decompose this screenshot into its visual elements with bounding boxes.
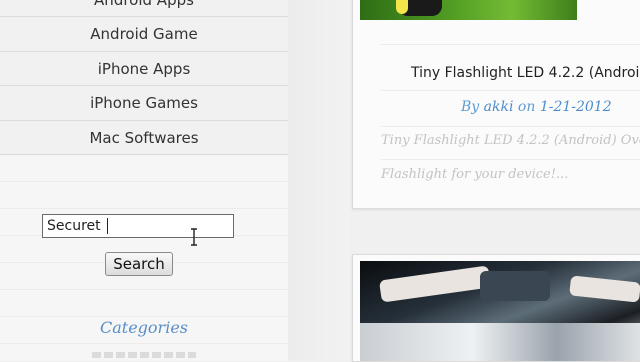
post-title[interactable]: Tiny Flashlight LED 4.2.2 (Android: [411, 65, 640, 81]
post-card: Tiny Flashlight LED 4.2.2 (Android By ak…: [352, 0, 640, 209]
date-link[interactable]: 1-21-2012: [540, 99, 612, 115]
post-excerpt-line: Tiny Flashlight LED 4.2.2 (Android) Over: [381, 133, 640, 148]
text-cursor-icon: [191, 228, 197, 246]
divider: [381, 44, 640, 45]
image-figure: [379, 265, 491, 303]
sidebar-item-iphone-apps[interactable]: iPhone Apps: [0, 51, 288, 86]
sidebar-item-iphone-games[interactable]: iPhone Games: [0, 85, 288, 120]
post-thumbnail-image[interactable]: [360, 261, 640, 361]
sidebar-item-android-game[interactable]: Android Game: [0, 16, 288, 51]
column-gutter: [288, 0, 350, 360]
byline-on: on: [517, 99, 536, 115]
sidebar-item-label: Android Apps: [94, 0, 194, 9]
sidebar-item-label: Mac Softwares: [89, 129, 199, 147]
image-figure: [480, 271, 550, 301]
flashlight-glow: [396, 0, 408, 14]
sidebar-item-label: Android Game: [90, 25, 198, 43]
byline-prefix: By: [461, 99, 480, 115]
post-byline: By akki on 1-21-2012: [461, 99, 612, 115]
post-card: [352, 254, 640, 362]
sidebar: Android Apps Android Game iPhone Apps iP…: [0, 0, 288, 361]
divider: [381, 159, 640, 160]
category-item-partial: [92, 352, 196, 358]
categories-heading: Categories: [100, 318, 188, 337]
post-thumbnail[interactable]: [360, 0, 577, 20]
sidebar-item-label: iPhone Games: [90, 94, 198, 112]
text-caret: [107, 218, 108, 234]
post-excerpt-line: Flashlight for your device!...: [381, 167, 569, 182]
image-wreckage: [360, 323, 640, 361]
sidebar-item-android-apps[interactable]: Android Apps: [0, 0, 288, 17]
sidebar-item-label: iPhone Apps: [97, 60, 191, 78]
search-input[interactable]: [42, 214, 234, 238]
sidebar-item-mac-softwares[interactable]: Mac Softwares: [0, 120, 288, 155]
divider: [381, 126, 640, 127]
author-link[interactable]: akki: [484, 99, 514, 115]
divider: [381, 90, 640, 91]
search-button[interactable]: Search: [105, 252, 173, 276]
image-figure: [569, 275, 640, 303]
